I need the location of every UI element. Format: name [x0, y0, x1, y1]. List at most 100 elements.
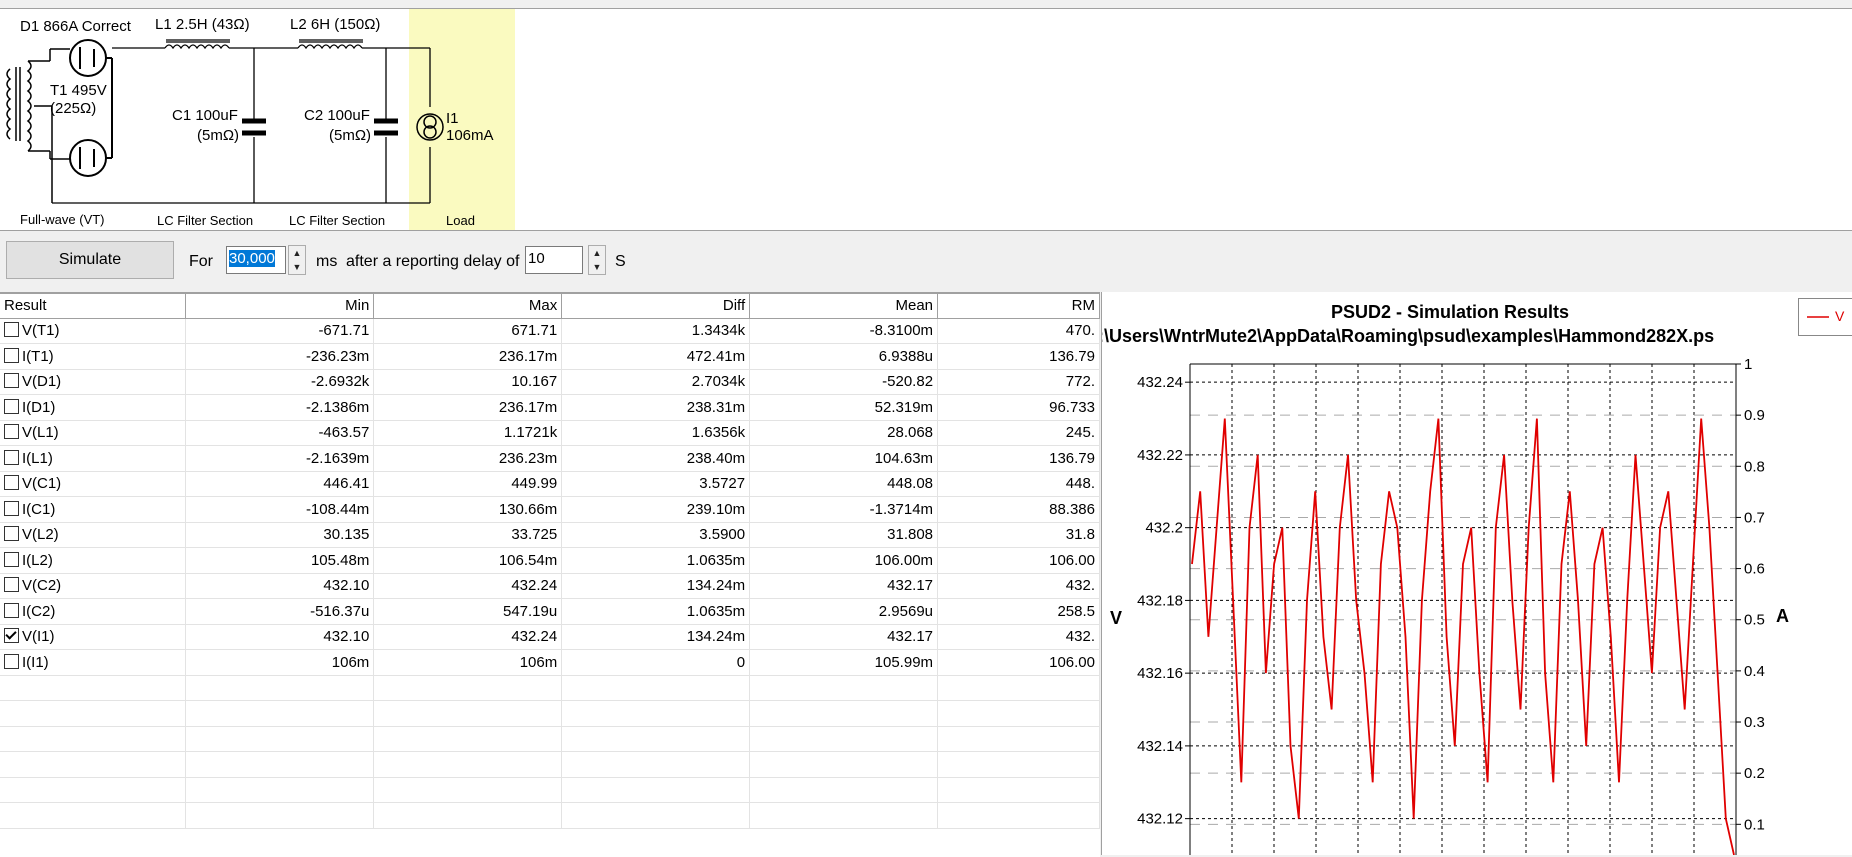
table-row[interactable]: V(C1) 446.41 449.99 3.5727 448.08 448.	[0, 471, 1100, 497]
delay-spinner[interactable]: ▲ ▼	[588, 245, 606, 275]
for-label: For	[189, 253, 213, 270]
simulate-button[interactable]: Simulate	[6, 241, 174, 279]
result-diff-cell: 134.24m	[561, 573, 751, 599]
t1-res: (225Ω)	[50, 100, 96, 117]
result-name-cell[interactable]: I(I1)	[0, 649, 187, 676]
c2-label: C2 100uF	[304, 107, 370, 124]
right-tick-label: 0.1	[1744, 816, 1765, 833]
spin-down-icon[interactable]: ▼	[289, 260, 305, 274]
result-name-cell[interactable]: I(L1)	[0, 445, 187, 472]
spin-up-icon[interactable]: ▲	[289, 246, 305, 260]
column-header-rms[interactable]: RM	[937, 294, 1100, 319]
table-header-row: Result Min Max Diff Mean RM	[0, 294, 1100, 319]
result-name-cell[interactable]: V(L2)	[0, 522, 187, 548]
result-name: V(I1)	[22, 628, 55, 646]
empty-cell	[0, 751, 187, 778]
result-max-cell: 236.17m	[373, 394, 563, 421]
right-tick-label: 0.9	[1744, 407, 1765, 424]
empty-row	[0, 675, 1100, 701]
result-checkbox[interactable]	[4, 322, 19, 338]
empty-cell	[561, 700, 751, 727]
result-name-cell[interactable]: V(C2)	[0, 573, 187, 599]
circuit-schematic[interactable]: D1 866A Correct L1 2.5H (43Ω) L2 6H (150…	[0, 9, 1852, 231]
column-header-min[interactable]: Min	[185, 294, 375, 319]
result-mean-cell: -1.3714m	[749, 496, 939, 523]
result-max-cell: 10.167	[373, 369, 563, 395]
result-checkbox[interactable]	[4, 653, 19, 669]
result-checkbox[interactable]	[4, 373, 19, 389]
i1-label: I1	[446, 110, 459, 127]
result-name-cell[interactable]: V(D1)	[0, 369, 187, 395]
result-name-cell[interactable]: I(C1)	[0, 496, 187, 523]
table-row[interactable]: I(C1) -108.44m 130.66m 239.10m -1.3714m 88.38…	[0, 496, 1100, 523]
result-name-cell[interactable]: V(I1)	[0, 624, 187, 650]
result-max-cell: 106.54m	[373, 547, 563, 574]
column-header-result[interactable]: Result	[0, 294, 187, 319]
result-checkbox[interactable]	[4, 449, 19, 465]
empty-row	[0, 726, 1100, 752]
table-row[interactable]: V(T1) -671.71 671.71 1.3434k -8.3100m 470.	[0, 318, 1100, 344]
result-name-cell[interactable]: I(D1)	[0, 394, 187, 421]
table-row[interactable]: I(C2) -516.37u 547.19u 1.0635m 2.9569u 258.5	[0, 598, 1100, 625]
result-checkbox[interactable]	[4, 398, 19, 414]
result-rms-cell: 258.5	[937, 598, 1100, 625]
table-row[interactable]: I(L2) 105.48m 106.54m 1.0635m 106.00m 106.00	[0, 547, 1100, 574]
result-name-cell[interactable]: V(C1)	[0, 471, 187, 497]
result-checkbox[interactable]	[4, 347, 19, 363]
table-row[interactable]: I(L1) -2.1639m 236.23m 238.40m 104.63m 136.79	[0, 445, 1100, 472]
column-header-mean[interactable]: Mean	[749, 294, 939, 319]
result-name-cell[interactable]: I(T1)	[0, 343, 187, 370]
result-name-cell[interactable]: I(C2)	[0, 598, 187, 625]
result-name: V(C2)	[22, 577, 62, 595]
result-name: V(D1)	[22, 373, 62, 391]
column-header-max[interactable]: Max	[373, 294, 563, 319]
table-row[interactable]: I(D1) -2.1386m 236.17m 238.31m 52.319m 96.733	[0, 394, 1100, 421]
result-min-cell: 432.10	[185, 573, 375, 599]
result-rms-cell: 432.	[937, 624, 1100, 650]
delay-input[interactable]: 10	[525, 246, 583, 274]
d1-label: D1 866A Correct	[20, 18, 132, 35]
empty-cell	[561, 726, 751, 752]
column-header-diff[interactable]: Diff	[561, 294, 751, 319]
top-strip	[0, 0, 1852, 9]
result-mean-cell: 104.63m	[749, 445, 939, 472]
table-row[interactable]: I(I1) 106m 106m 0 105.99m 106.00	[0, 649, 1100, 676]
result-checkbox[interactable]	[4, 475, 19, 491]
spin-down-icon[interactable]: ▼	[589, 260, 605, 274]
result-checkbox[interactable]	[4, 424, 19, 440]
table-row[interactable]: I(T1) -236.23m 236.17m 472.41m 6.9388u 136.79	[0, 343, 1100, 370]
result-name-cell[interactable]: V(L1)	[0, 420, 187, 446]
empty-cell	[749, 751, 939, 778]
duration-input[interactable]: 30,000	[226, 246, 286, 274]
result-checkbox[interactable]	[4, 577, 19, 593]
empty-cell	[937, 726, 1100, 752]
result-min-cell: -2.6932k	[185, 369, 375, 395]
spin-up-icon[interactable]: ▲	[589, 246, 605, 260]
right-axis-label: A	[1776, 606, 1789, 626]
empty-cell	[373, 777, 563, 803]
table-row[interactable]: V(L1) -463.57 1.1721k 1.6356k 28.068 245.	[0, 420, 1100, 446]
i1-value: 106mA	[446, 127, 494, 144]
result-name: V(C1)	[22, 475, 62, 493]
table-row[interactable]: V(D1) -2.6932k 10.167 2.7034k -520.82 772.	[0, 369, 1100, 395]
l2-label: L2 6H (150Ω)	[290, 16, 380, 33]
result-diff-cell: 134.24m	[561, 624, 751, 650]
table-row[interactable]: V(L2) 30.135 33.725 3.5900 31.808 31.8	[0, 522, 1100, 548]
result-checkbox[interactable]	[4, 500, 19, 516]
empty-cell	[561, 675, 751, 701]
result-checkbox[interactable]	[4, 602, 19, 618]
result-name-cell[interactable]: V(T1)	[0, 318, 187, 344]
table-row[interactable]: V(I1) 432.10 432.24 134.24m 432.17 432.	[0, 624, 1100, 650]
empty-cell	[373, 751, 563, 778]
result-min-cell: -516.37u	[185, 598, 375, 625]
result-checkbox[interactable]	[4, 628, 19, 644]
result-checkbox[interactable]	[4, 551, 19, 567]
result-mean-cell: 52.319m	[749, 394, 939, 421]
empty-cell	[937, 777, 1100, 803]
duration-spinner[interactable]: ▲ ▼	[288, 245, 306, 275]
result-checkbox[interactable]	[4, 526, 19, 542]
result-name-cell[interactable]: I(L2)	[0, 547, 187, 574]
result-mean-cell: 432.17	[749, 573, 939, 599]
table-row[interactable]: V(C2) 432.10 432.24 134.24m 432.17 432.	[0, 573, 1100, 599]
simulation-chart[interactable]: PSUD2 - Simulation Results:\Users\WntrMu…	[1102, 292, 1852, 855]
